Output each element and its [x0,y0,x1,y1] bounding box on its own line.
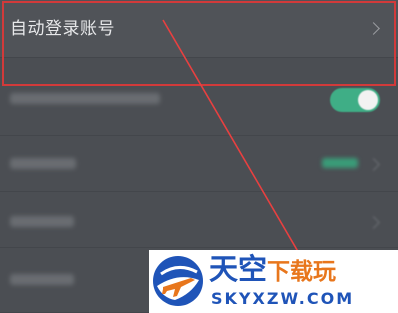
watermark-name-accent: 下载玩 [267,259,337,285]
auto-login-label: 自动登录账号 [10,19,115,39]
watermark-name-main: 天空 [209,252,268,286]
chevron-right-icon [367,158,380,171]
blurred-label [10,216,74,227]
watermark: 天空下载玩 SKYXZW.COM [149,250,398,313]
blurred-label [10,93,160,104]
chevron-right-icon [367,22,380,35]
settings-row-4[interactable] [0,192,398,248]
blurred-label [10,158,76,169]
toggle-knob [358,90,378,110]
status-value-blurred [322,158,358,168]
blurred-label [10,274,74,285]
chevron-right-icon [367,216,380,229]
watermark-url: SKYXZW.COM [211,289,355,308]
setting-toggle-switch[interactable] [330,88,380,112]
airplane-logo-icon [153,256,203,306]
settings-screen: 自动登录账号 天空下载玩 SKYXZW.COM [0,0,398,313]
settings-row-auto-login[interactable]: 自动登录账号 [0,0,398,58]
watermark-title: 天空下载玩 [209,252,336,286]
